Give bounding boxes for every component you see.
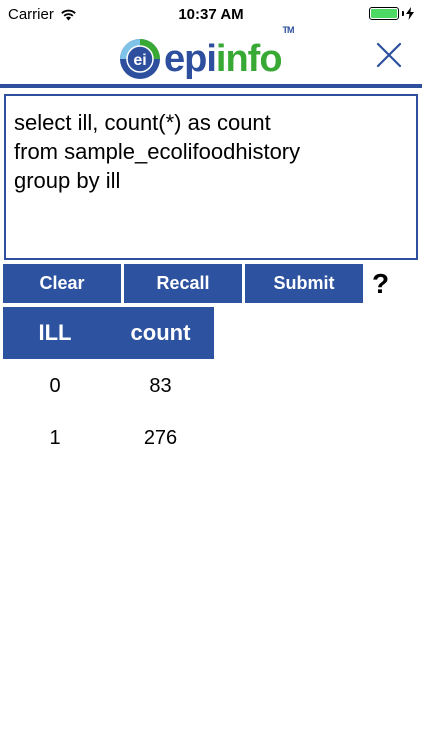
table-cell-count: 83 — [149, 375, 172, 397]
header-divider — [0, 84, 422, 88]
battery-tip — [402, 11, 404, 16]
sql-query-editor[interactable]: select ill, count(*) as count from sampl… — [4, 94, 418, 260]
submit-button[interactable]: Submit — [245, 264, 363, 303]
battery-group — [369, 7, 414, 20]
logo-trademark: TM — [282, 25, 295, 35]
logo-epi: epi — [164, 38, 217, 80]
column-header-ill: ILL — [38, 320, 72, 345]
results-table-header: ILL count — [3, 307, 214, 359]
battery-icon — [369, 7, 399, 20]
epiinfo-logo-mark: ei — [120, 39, 160, 79]
logo-info: info — [215, 38, 283, 80]
clear-button[interactable]: Clear — [3, 264, 121, 303]
charging-bolt-icon — [406, 7, 414, 20]
logo-wordmark: epiinfo TM — [164, 26, 295, 80]
table-cell-ill: 0 — [49, 375, 61, 397]
logo-mark-text: ei — [133, 52, 146, 69]
recall-button[interactable]: Recall — [124, 264, 242, 303]
help-button[interactable]: ? — [372, 268, 389, 300]
epiinfo-logo: ei epiinfo TM — [118, 26, 295, 80]
table-cell-ill: 1 — [49, 427, 61, 449]
table-cell-count: 276 — [143, 427, 178, 449]
status-bar: Carrier 10:37 AM — [0, 0, 422, 30]
app-header: ei epiinfo TM — [0, 26, 422, 86]
close-icon[interactable] — [374, 40, 404, 70]
table-row: 0 83 — [3, 366, 214, 406]
battery-level — [371, 9, 397, 18]
status-time: 10:37 AM — [178, 6, 244, 23]
column-header-count: count — [130, 320, 191, 345]
table-row: 1 276 — [3, 418, 214, 458]
